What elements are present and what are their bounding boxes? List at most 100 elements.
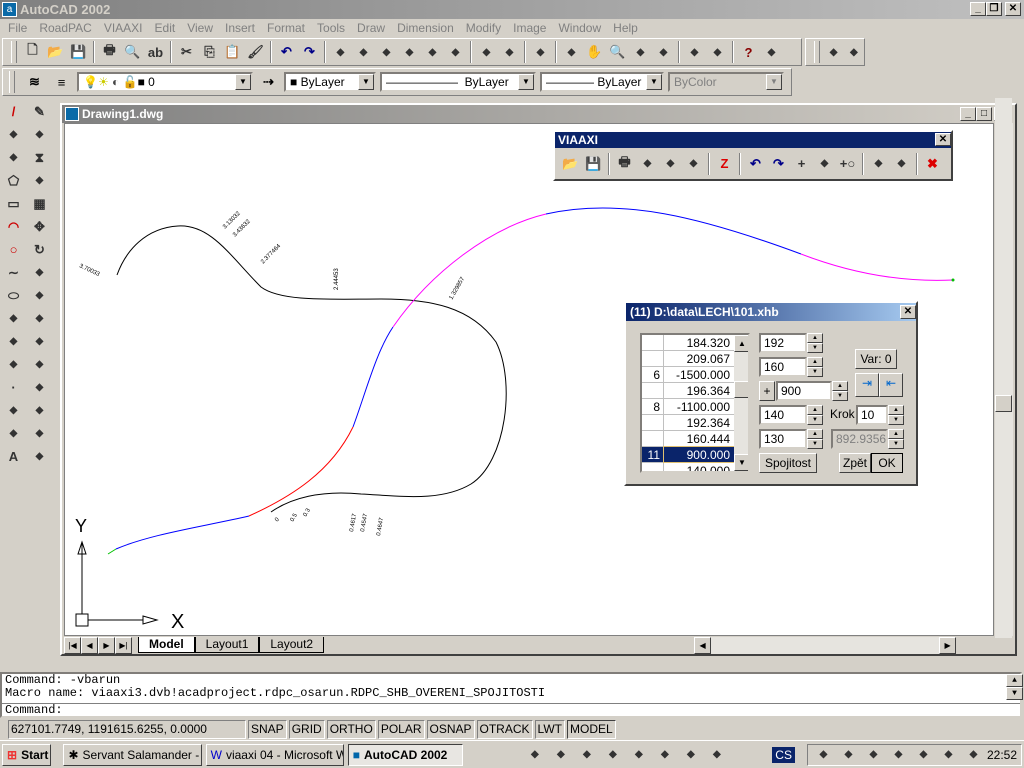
viaaxi-close-button[interactable]: ✕ [935,133,951,146]
media-player-icon[interactable]: ◆ [705,744,728,766]
v-open-icon[interactable]: 📂 [559,153,582,175]
drawing-maximize-button[interactable]: □ [976,107,992,121]
add-lr-icon[interactable]: + [790,153,813,175]
construction-line-icon[interactable]: ◆ [2,123,25,146]
result-spinner[interactable]: ▲ ▼ [888,429,904,449]
menu-roadpac[interactable]: RoadPAC [33,19,97,37]
status-toggle-model[interactable]: MODEL [566,720,616,739]
element-list[interactable]: 184.320 209.067 6 -1500.000 196.364 8 -1100.00… [640,333,750,473]
sez-icon[interactable]: ◆ [867,153,890,175]
drawing-minimize-button[interactable]: _ [960,107,976,121]
menu-edit[interactable]: Edit [149,19,182,37]
horizontal-scrollbar[interactable]: ◀ ▶ [694,637,957,654]
insert-block-icon[interactable]: ◆ [2,330,25,353]
autocad-icon[interactable]: a [2,2,17,17]
help-icon[interactable]: ? [737,41,760,63]
ellipse-arc-icon[interactable]: ◆ [2,307,25,330]
plus-button[interactable]: + [759,381,775,401]
rectangle-icon[interactable]: ▭ [2,192,25,215]
spell-check-icon[interactable]: ab [144,41,167,63]
cut-icon[interactable]: ✂ [175,41,198,63]
arc-icon[interactable]: ◠ [2,215,25,238]
menu-dimension[interactable]: Dimension [391,19,460,37]
update-icon[interactable]: ◆ [937,744,960,766]
tab-layout2[interactable]: Layout2 [259,637,325,653]
distance-icon[interactable]: ◆ [475,41,498,63]
status-toggle-osnap[interactable]: OSNAP [426,720,475,739]
erase-icon[interactable]: ✎ [28,100,51,123]
timer-icon[interactable]: ◆ [679,744,702,766]
3d-orbit-icon[interactable]: ◆ [560,41,583,63]
curve-icon[interactable]: ◆ [890,153,913,175]
krok-spinner[interactable]: ▲ ▼ [888,405,904,425]
autocad-today-icon[interactable]: ◆ [352,41,375,63]
hatch-icon[interactable]: ◆ [2,399,25,422]
spojitost-button[interactable]: Spojitost [759,453,817,473]
ellipse-icon[interactable]: ⬭ [2,284,25,307]
hyperlink-icon[interactable]: ◆ [444,41,467,63]
menu-file[interactable]: File [2,19,33,37]
menu-help[interactable]: Help [607,19,644,37]
circle-icon[interactable]: ○ [2,238,25,261]
mirror-icon[interactable]: ⧗ [28,146,51,169]
spinner-2[interactable]: ▲ ▼ [807,357,823,377]
layer-previous-icon[interactable]: ≡ [50,71,73,93]
explode-icon[interactable]: ◆ [28,445,51,468]
zoom-realtime-icon[interactable]: 🔍 [606,41,629,63]
layer-manager-icon[interactable]: ≋ [23,71,46,93]
spinner-3[interactable]: ▲ ▼ [832,381,848,401]
color-dropdown[interactable]: ■ ByLayer ▼ [284,72,376,92]
dialog-close-button[interactable]: ✕ [900,305,916,319]
task-word[interactable]: Wviaaxi 04 - Microsoft Word [205,743,344,766]
excel-icon[interactable]: ◆ [627,744,650,766]
pan-icon[interactable]: ✋ [583,41,606,63]
aerial-view-icon[interactable]: ◆ [329,41,352,63]
fillet-icon[interactable]: ◆ [28,422,51,445]
named-views-icon[interactable]: ◆ [529,41,552,63]
paste-icon[interactable]: 📋 [221,41,244,63]
v-zoom-icon[interactable]: ◆ [682,153,705,175]
ok-button[interactable]: OK [871,453,903,473]
task-salamander[interactable]: ✱Servant Salamander - Ev... [63,743,202,766]
command-prompt[interactable]: Command: [2,703,1020,717]
spinner-4[interactable]: ▲ ▼ [807,405,823,425]
list-row[interactable]: 8 -1100.000 [642,399,734,415]
internet-explorer-icon[interactable]: ◆ [549,744,572,766]
offset-icon[interactable]: ◆ [28,169,51,192]
line-icon[interactable]: / [2,100,25,123]
minimize-button[interactable]: _ [970,2,986,16]
linetype-dropdown[interactable]: —————— ByLayer ▼ [380,72,536,92]
tab-model[interactable]: Model [138,637,195,653]
point-icon[interactable]: · [2,376,25,399]
list-row[interactable]: 192.364 [642,415,734,431]
menu-draw[interactable]: Draw [351,19,391,37]
stretch-icon[interactable]: ◆ [28,284,51,307]
outer-scroll-thumb[interactable] [995,395,1012,412]
array-icon[interactable]: ▦ [28,192,51,215]
open-icon[interactable]: 📂 [44,41,67,63]
usb-icon[interactable]: ◆ [887,744,910,766]
field-5[interactable]: 130 [759,429,807,449]
list-scroll-up[interactable]: ▲ [734,335,748,352]
phone-icon[interactable]: ◆ [912,744,935,766]
menu-modify[interactable]: Modify [460,19,507,37]
list-row[interactable]: 209.067 [642,351,734,367]
make-block-icon[interactable]: ◆ [2,353,25,376]
quicktime-icon[interactable]: ◆ [653,744,676,766]
v-person-icon[interactable]: ◆ [636,153,659,175]
spinner-5[interactable]: ▲ ▼ [807,429,823,449]
scale-icon[interactable]: ◆ [28,261,51,284]
chamfer-icon[interactable]: ◆ [28,399,51,422]
save-icon[interactable]: 💾 [67,41,90,63]
task-autocad[interactable]: ■ AutoCAD 2002 [347,743,464,766]
close-button[interactable]: ✕ [1005,2,1021,16]
v-undo-icon[interactable]: ↶ [744,153,767,175]
command-scrollbar[interactable]: ▲ ▼ [1003,674,1023,700]
first-tab-button[interactable]: |◀ [64,637,81,654]
close-red-icon[interactable]: ✖ [921,153,944,175]
last-tab-button[interactable]: ▶| [115,637,132,654]
shift-right-icon[interactable]: ⇥ [855,373,879,397]
calculator-icon[interactable]: ◆ [601,744,624,766]
whats-this-icon[interactable]: ◆ [760,41,783,63]
prev-tab-button[interactable]: ◀ [81,637,98,654]
